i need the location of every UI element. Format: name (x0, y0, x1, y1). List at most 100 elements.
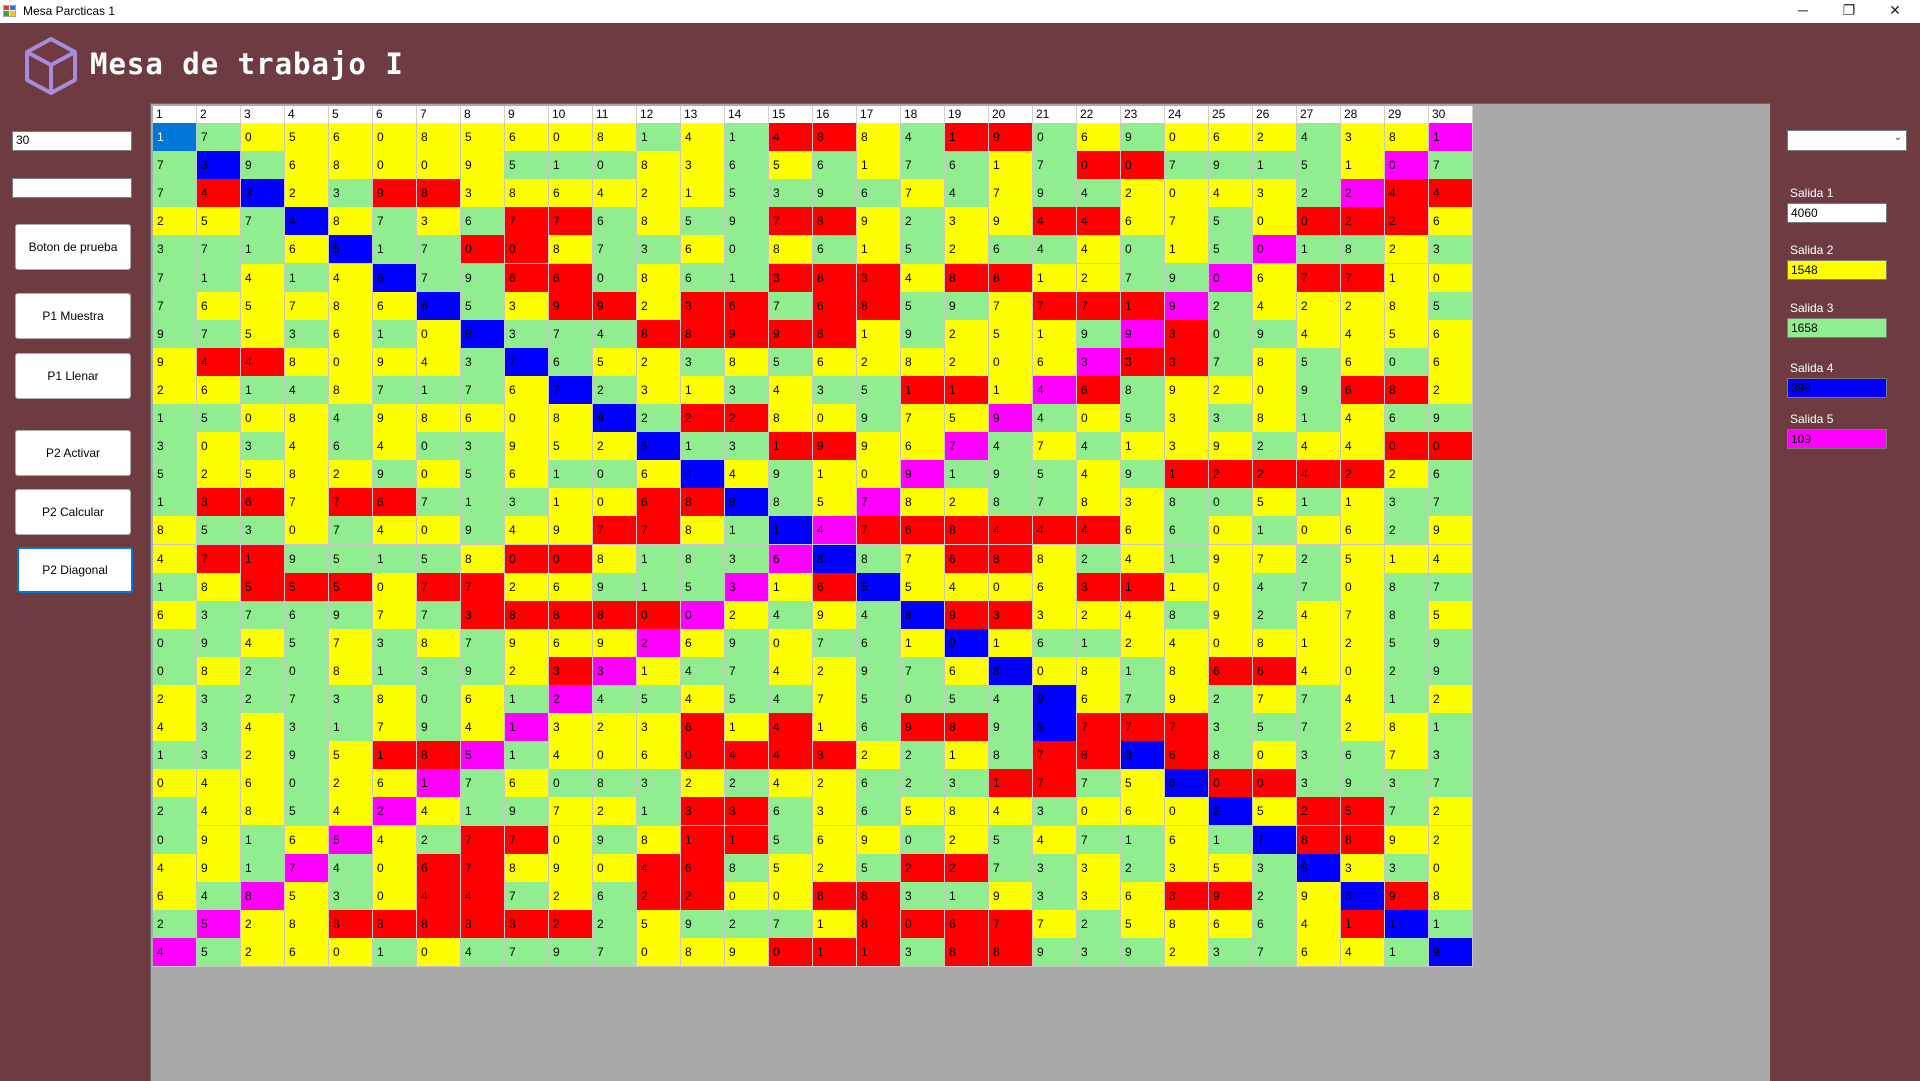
grid-cell[interactable]: 2 (1253, 123, 1297, 152)
grid-cell[interactable]: 2 (1341, 291, 1385, 321)
grid-cell[interactable]: 1 (285, 263, 329, 293)
grid-cell[interactable]: 6 (505, 123, 549, 152)
grid-cell[interactable]: 0 (1121, 151, 1165, 181)
grid-cell[interactable]: 3 (329, 685, 373, 714)
grid-cell[interactable]: 9 (725, 937, 769, 967)
grid-cell[interactable]: 2 (1297, 544, 1341, 574)
grid-cell[interactable]: 4 (681, 685, 725, 714)
grid-cell[interactable]: 8 (681, 488, 725, 518)
grid-cell[interactable]: 3 (329, 179, 373, 209)
grid-cell[interactable]: 8 (285, 404, 329, 433)
grid-cell[interactable]: 7 (505, 825, 549, 855)
grid-cell[interactable]: 3 (1297, 769, 1341, 799)
grid-cell[interactable]: 4 (989, 685, 1033, 714)
grid-cell[interactable]: 0 (1385, 151, 1429, 181)
grid-cell[interactable]: 9 (1429, 656, 1473, 686)
grid-cell[interactable]: 7 (285, 488, 329, 518)
grid-cell[interactable]: 1 (989, 375, 1033, 405)
grid-cell[interactable]: 6 (637, 460, 681, 490)
grid-cell[interactable]: 4 (153, 937, 197, 967)
grid-cell[interactable]: 9 (857, 825, 901, 855)
grid-cell[interactable]: 6 (373, 291, 417, 321)
grid-cell[interactable]: 5 (857, 572, 901, 602)
grid-cell[interactable]: 9 (285, 544, 329, 574)
output-3-field[interactable]: 1658 (1787, 318, 1887, 338)
grid-cell[interactable]: 8 (461, 319, 505, 349)
grid-cell[interactable]: 5 (989, 319, 1033, 349)
grid-cell[interactable]: 9 (285, 741, 329, 771)
grid-cell[interactable]: 7 (593, 516, 637, 546)
grid-cell[interactable]: 4 (1077, 179, 1121, 209)
grid-cell[interactable]: 8 (1385, 572, 1429, 602)
grid-cell[interactable]: 8 (417, 628, 461, 658)
grid-cell[interactable]: 3 (549, 713, 593, 743)
grid-cell[interactable]: 1 (1385, 544, 1429, 574)
grid-cell[interactable]: 5 (285, 123, 329, 152)
grid-cell[interactable]: 8 (725, 488, 769, 518)
grid-cell[interactable]: 5 (1297, 853, 1341, 883)
grid-cell[interactable]: 4 (153, 544, 197, 574)
grid-cell[interactable]: 8 (1297, 825, 1341, 855)
grid-cell[interactable]: 3 (725, 544, 769, 574)
grid-cell[interactable]: 1 (1341, 151, 1385, 181)
grid-cell[interactable]: 6 (417, 853, 461, 883)
output-2-field[interactable]: 1548 (1787, 260, 1887, 280)
grid-cell[interactable]: 0 (1297, 516, 1341, 546)
grid-cell[interactable]: 3 (1077, 853, 1121, 883)
grid-cell[interactable]: 8 (1209, 741, 1253, 771)
grid-cell[interactable]: 6 (813, 151, 857, 181)
grid-cell[interactable]: 1 (417, 375, 461, 405)
grid-cell[interactable]: 3 (1121, 488, 1165, 518)
grid-cell[interactable]: 7 (329, 628, 373, 658)
grid-cell[interactable]: 7 (417, 600, 461, 630)
grid-cell[interactable]: 6 (857, 713, 901, 743)
grid-cell[interactable]: 1 (901, 375, 945, 405)
grid-cell[interactable]: 5 (901, 235, 945, 265)
column-header[interactable]: 18 (901, 106, 945, 123)
grid-cell[interactable]: 0 (769, 881, 813, 911)
grid-cell[interactable]: 6 (813, 291, 857, 321)
grid-cell[interactable]: 5 (857, 853, 901, 883)
grid-cell[interactable]: 6 (153, 881, 197, 911)
grid-cell[interactable]: 3 (637, 713, 681, 743)
grid-cell[interactable]: 3 (197, 685, 241, 714)
grid-cell[interactable]: 1 (241, 853, 285, 883)
grid-cell[interactable]: 9 (549, 291, 593, 321)
grid-cell[interactable]: 7 (813, 685, 857, 714)
grid-cell[interactable]: 5 (857, 375, 901, 405)
grid-cell[interactable]: 3 (505, 909, 549, 939)
grid-cell[interactable]: 4 (1165, 628, 1209, 658)
grid-cell[interactable]: 5 (329, 235, 373, 265)
grid-cell[interactable]: 0 (505, 235, 549, 265)
grid-cell[interactable]: 4 (901, 263, 945, 293)
column-header[interactable]: 22 (1077, 106, 1121, 123)
grid-cell[interactable]: 9 (593, 291, 637, 321)
grid-cell[interactable]: 1 (637, 656, 681, 686)
grid-cell[interactable]: 5 (461, 123, 505, 152)
grid-cell[interactable]: 8 (329, 656, 373, 686)
grid-cell[interactable]: 3 (769, 179, 813, 209)
grid-cell[interactable]: 3 (241, 432, 285, 462)
grid-cell[interactable]: 4 (1429, 179, 1473, 209)
grid-cell[interactable]: 4 (1121, 600, 1165, 630)
grid-cell[interactable]: 7 (417, 263, 461, 293)
grid-cell[interactable]: 6 (857, 769, 901, 799)
grid-cell[interactable]: 7 (1297, 263, 1341, 293)
grid-cell[interactable]: 6 (197, 375, 241, 405)
grid-cell[interactable]: 2 (725, 769, 769, 799)
grid-cell[interactable]: 1 (1033, 263, 1077, 293)
grid-cell[interactable]: 1 (813, 460, 857, 490)
grid-cell[interactable]: 3 (1121, 741, 1165, 771)
grid-cell[interactable]: 4 (637, 853, 681, 883)
grid-cell[interactable]: 7 (197, 319, 241, 349)
grid-cell[interactable]: 4 (1209, 179, 1253, 209)
grid-cell[interactable]: 2 (1077, 600, 1121, 630)
grid-cell[interactable]: 6 (1209, 909, 1253, 939)
grid-cell[interactable]: 7 (901, 404, 945, 433)
grid-cell[interactable]: 3 (285, 713, 329, 743)
grid-cell[interactable]: 5 (1253, 797, 1297, 827)
grid-cell[interactable]: 8 (989, 937, 1033, 967)
grid-cell[interactable]: 0 (373, 123, 417, 152)
grid-cell[interactable]: 9 (681, 909, 725, 939)
grid-cell[interactable]: 9 (901, 319, 945, 349)
